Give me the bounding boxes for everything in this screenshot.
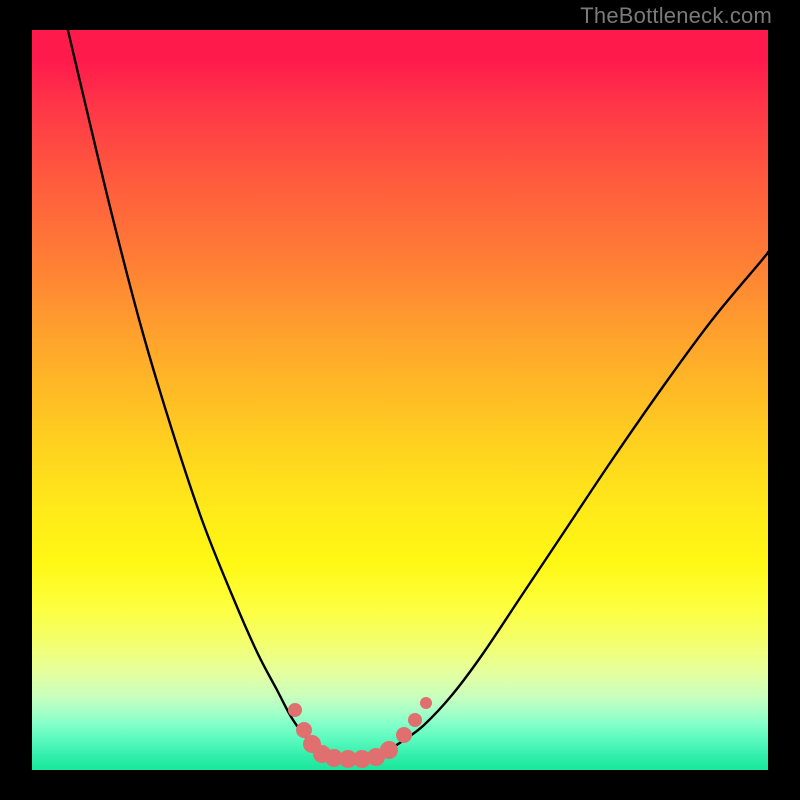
markers-group — [288, 697, 432, 768]
marker-0 — [288, 703, 302, 717]
plot-area — [32, 30, 768, 770]
marker-11 — [420, 697, 432, 709]
series-left-curve — [62, 30, 320, 755]
marker-9 — [396, 727, 412, 743]
marker-10 — [408, 713, 422, 727]
curves-group — [62, 30, 768, 758]
watermark-text: TheBottleneck.com — [580, 3, 772, 29]
curve-layer — [32, 30, 768, 770]
marker-8 — [380, 741, 398, 759]
series-right-curve — [392, 252, 768, 748]
